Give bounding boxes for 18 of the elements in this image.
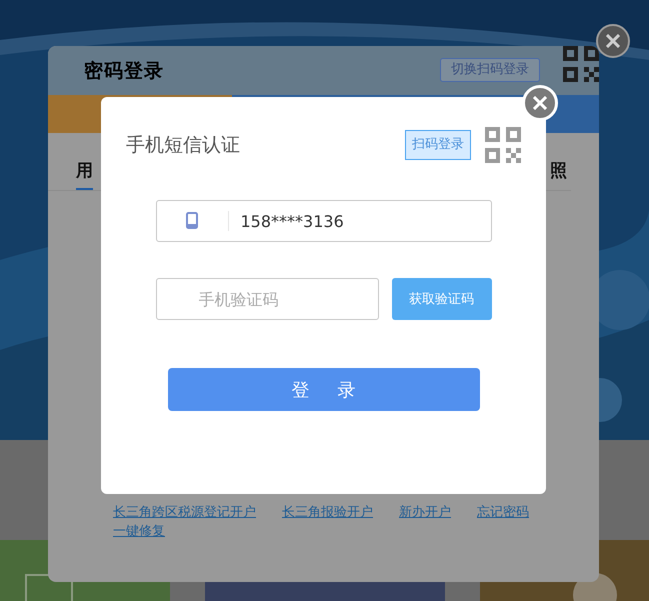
phone-field[interactable]: 158****3136 — [156, 200, 492, 242]
phone-icon — [186, 212, 198, 229]
qr-code-icon[interactable] — [485, 127, 521, 163]
link[interactable]: 长三角报验开户 — [282, 504, 373, 521]
code-field[interactable]: 手机验证码 — [156, 278, 378, 320]
qr-code-icon[interactable] — [563, 46, 599, 82]
tab[interactable]: 用 — [76, 159, 93, 190]
dialog-title: 密码登录 — [84, 58, 164, 84]
link[interactable]: 新办开户 — [399, 504, 451, 521]
link[interactable]: 忘记密码 — [477, 504, 529, 521]
link[interactable]: 长三角跨区税源登记开户 — [113, 504, 256, 521]
tab[interactable]: 照 — [550, 159, 567, 190]
link[interactable]: 一键修复 — [113, 523, 165, 540]
get-code-button[interactable]: 获取验证码 — [392, 278, 492, 320]
dialog-title: 手机短信认证 — [126, 133, 240, 158]
login-button[interactable]: 登 录 — [168, 368, 480, 411]
switch-tag[interactable]: 切换扫码登录 — [440, 58, 540, 82]
scan-login-tag[interactable]: 扫码登录 — [405, 130, 471, 160]
